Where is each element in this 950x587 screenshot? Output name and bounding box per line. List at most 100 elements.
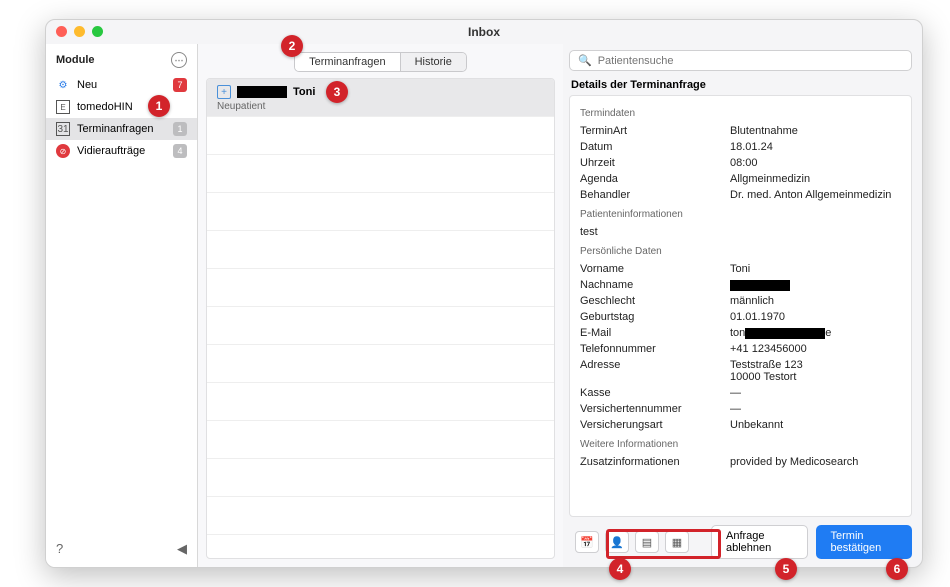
label: Geburtstag bbox=[580, 311, 730, 323]
calendar-button[interactable]: 📅 bbox=[575, 531, 599, 553]
section-header: Persönliche Daten bbox=[580, 246, 901, 257]
value: provided by Medicosearch bbox=[730, 456, 901, 468]
close-icon[interactable] bbox=[56, 26, 67, 37]
search-icon: 🔍 bbox=[578, 54, 592, 67]
redacted bbox=[237, 86, 287, 98]
sidebar-item-terminanfragen[interactable]: 31 Terminanfragen 1 bbox=[46, 118, 197, 140]
sidebar-item-label: tomedoHIN bbox=[77, 101, 187, 113]
list-item bbox=[207, 193, 554, 231]
search-field[interactable]: 🔍 bbox=[569, 50, 912, 71]
gear-icon: ⚙ bbox=[56, 78, 70, 92]
label: Agenda bbox=[580, 173, 730, 185]
grid-button[interactable]: ▦ bbox=[665, 531, 689, 553]
value: — bbox=[730, 403, 901, 415]
section-header: Weitere Informationen bbox=[580, 439, 901, 450]
sidebar-header: Module ⋯ bbox=[46, 50, 197, 74]
confirm-button[interactable]: Termin bestätigen bbox=[816, 525, 912, 559]
badge: 4 bbox=[173, 144, 187, 158]
redacted bbox=[745, 328, 825, 339]
sidebar-item-label: Neu bbox=[77, 79, 166, 91]
list-item bbox=[207, 269, 554, 307]
card-button[interactable]: ▤ bbox=[635, 531, 659, 553]
list-item bbox=[207, 155, 554, 193]
sidebar-item-neu[interactable]: ⚙ Neu 7 bbox=[46, 74, 197, 96]
annotation-3: 3 bbox=[326, 81, 348, 103]
redacted bbox=[730, 280, 790, 291]
label: Datum bbox=[580, 141, 730, 153]
help-icon[interactable]: ? bbox=[56, 541, 63, 557]
tab-terminanfragen[interactable]: Terminanfragen bbox=[295, 53, 399, 71]
sidebar-item-tomedohin[interactable]: E tomedoHIN bbox=[46, 96, 197, 118]
value: — bbox=[730, 387, 901, 399]
stop-icon: ⊘ bbox=[56, 144, 70, 158]
patient-plus-icon: + bbox=[217, 85, 231, 99]
tool-group: 📅 👤 ▤ ▦ bbox=[569, 527, 695, 557]
middle-panel: Terminanfragen Historie + Toni Neupatien… bbox=[198, 44, 563, 567]
list-item bbox=[207, 497, 554, 535]
section-header: Patienteninformationen bbox=[580, 209, 901, 220]
more-icon[interactable]: ⋯ bbox=[171, 52, 187, 68]
value: männlich bbox=[730, 295, 901, 307]
action-toolbar: 📅 👤 ▤ ▦ Anfrage ablehnen Termin bestätig… bbox=[569, 525, 912, 559]
annotation-1: 1 bbox=[148, 95, 170, 117]
tabs: Terminanfragen Historie bbox=[198, 44, 563, 78]
value: Allgmeinmedizin bbox=[730, 173, 901, 185]
label: Vorname bbox=[580, 263, 730, 275]
search-input[interactable] bbox=[598, 55, 903, 67]
sidebar-item-label: Vidieraufträge bbox=[77, 145, 166, 157]
label: Nachname bbox=[580, 279, 730, 291]
value: test bbox=[580, 226, 730, 238]
annotation-4: 4 bbox=[609, 558, 631, 580]
collapse-icon[interactable]: ◀ bbox=[177, 541, 187, 557]
section-header: Termindaten bbox=[580, 108, 901, 119]
label: Versichertennummer bbox=[580, 403, 730, 415]
request-list: + Toni Neupatient bbox=[206, 78, 555, 559]
tabbar: Terminanfragen Historie bbox=[294, 52, 467, 72]
list-item bbox=[207, 307, 554, 345]
list-item bbox=[207, 117, 554, 155]
label: Telefonnummer bbox=[580, 343, 730, 355]
list-item bbox=[207, 459, 554, 497]
value: Unbekannt bbox=[730, 419, 901, 431]
value: Dr. med. Anton Allgemeinmedizin bbox=[730, 189, 901, 201]
value: 08:00 bbox=[730, 157, 901, 169]
details-title: Details der Terminanfrage bbox=[571, 79, 910, 91]
list-item bbox=[207, 421, 554, 459]
app-window: Inbox Module ⋯ ⚙ Neu 7 E tomedoHIN 31 Te… bbox=[45, 19, 923, 568]
patient-name: Toni bbox=[293, 86, 315, 98]
minimize-icon[interactable] bbox=[74, 26, 85, 37]
tab-historie[interactable]: Historie bbox=[400, 53, 466, 71]
sidebar-item-vidierauftraege[interactable]: ⊘ Vidieraufträge 4 bbox=[46, 140, 197, 162]
patient-sub: Neupatient bbox=[217, 101, 544, 112]
label: Geschlecht bbox=[580, 295, 730, 307]
label: Behandler bbox=[580, 189, 730, 201]
label: Versicherungsart bbox=[580, 419, 730, 431]
sidebar-item-label: Terminanfragen bbox=[77, 123, 166, 135]
traffic-lights bbox=[56, 26, 103, 37]
list-item bbox=[207, 383, 554, 421]
label: Kasse bbox=[580, 387, 730, 399]
person-icon: 👤 bbox=[610, 536, 624, 549]
titlebar: Inbox bbox=[46, 20, 922, 44]
reject-button[interactable]: Anfrage ablehnen bbox=[711, 525, 808, 559]
sidebar-footer: ? ◀ bbox=[46, 537, 197, 561]
value: +41 123456000 bbox=[730, 343, 901, 355]
zoom-icon[interactable] bbox=[92, 26, 103, 37]
label: TerminArt bbox=[580, 125, 730, 137]
value bbox=[730, 279, 901, 291]
value: 18.01.24 bbox=[730, 141, 901, 153]
label: Uhrzeit bbox=[580, 157, 730, 169]
sidebar-title: Module bbox=[56, 54, 95, 66]
label: Zusatzinformationen bbox=[580, 456, 730, 468]
value: tone bbox=[730, 327, 901, 339]
label: E-Mail bbox=[580, 327, 730, 339]
details-scroll[interactable]: Termindaten TerminArtBlutentnahme Datum1… bbox=[569, 95, 912, 517]
list-item bbox=[207, 345, 554, 383]
calendar-icon: 31 bbox=[56, 122, 70, 136]
value: Blutentnahme bbox=[730, 125, 901, 137]
assign-patient-button[interactable]: 👤 bbox=[605, 531, 629, 553]
sidebar: Module ⋯ ⚙ Neu 7 E tomedoHIN 31 Terminan… bbox=[46, 44, 198, 567]
grid-icon: ▦ bbox=[672, 536, 682, 549]
value: Teststraße 12310000 Testort bbox=[730, 359, 901, 383]
list-item[interactable]: + Toni Neupatient bbox=[207, 79, 554, 117]
